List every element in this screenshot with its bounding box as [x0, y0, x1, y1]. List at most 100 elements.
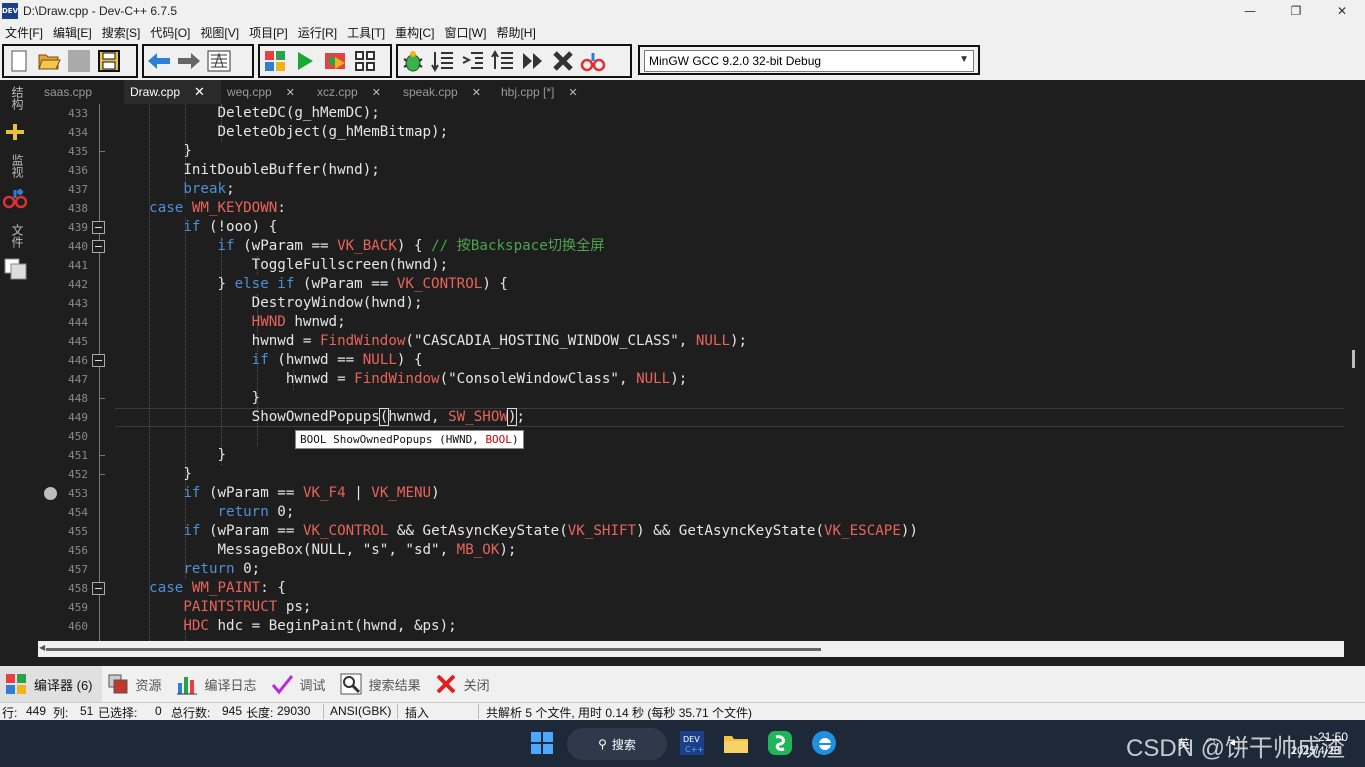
title-bar: DEV D:\Draw.cpp - Dev-C++ 6.7.5 — ❐ ✕	[0, 0, 1365, 22]
menu-refactor[interactable]: 重构[C]	[390, 24, 439, 41]
tab-files[interactable]: 文件	[6, 224, 26, 248]
step-over-button[interactable]	[428, 46, 458, 76]
close-tab-icon[interactable]: ✕	[472, 86, 481, 99]
taskbar-devcpp[interactable]: DEV C++	[677, 728, 707, 758]
close-tab-icon[interactable]: ✕	[286, 86, 295, 99]
close-tab-icon[interactable]: ✕	[194, 84, 205, 100]
taskbar-file-explorer[interactable]	[721, 728, 751, 758]
close-window-button[interactable]: ✕	[1319, 0, 1365, 22]
continue-button[interactable]	[518, 46, 548, 76]
status-parse-message: 共解析 5 个文件, 用时 0.14 秒 (每秒 35.71 个文件)	[486, 706, 753, 720]
menu-view[interactable]: 视图[V]	[195, 24, 244, 41]
close-tab-icon[interactable]: ✕	[372, 86, 381, 99]
tab-resources[interactable]: 资源	[102, 666, 171, 702]
scroll-thumb[interactable]	[1352, 350, 1355, 368]
taskbar-edge-browser[interactable]	[809, 728, 839, 758]
run-button[interactable]	[290, 46, 320, 76]
minimize-button[interactable]: —	[1227, 0, 1273, 22]
watch-icon[interactable]	[2, 186, 28, 214]
tab-draw-cpp[interactable]: Draw.cpp ✕	[124, 80, 221, 104]
scroll-thumb[interactable]	[46, 648, 821, 651]
code-line: ToggleFullscreen(hwnd);	[115, 257, 449, 273]
code-line: hwnwd = FindWindow("ConsoleWindowClass",…	[115, 371, 688, 387]
breakpoint-marker[interactable]	[44, 487, 57, 500]
tab-xcz-cpp[interactable]: xcz.cpp ✕	[311, 80, 397, 104]
taskbar-green-app[interactable]	[765, 728, 795, 758]
fold-toggle[interactable]	[92, 582, 105, 595]
search-results-icon	[339, 672, 363, 696]
save-button[interactable]	[64, 46, 94, 76]
scroll-left-icon[interactable]: ◀	[39, 643, 45, 652]
code-line: DeleteObject(g_hMemBitmap);	[115, 124, 449, 140]
tab-weq-cpp[interactable]: weq.cpp ✕	[221, 80, 311, 104]
menu-help[interactable]: 帮助[H]	[491, 24, 540, 41]
compile-run-icon	[325, 53, 345, 69]
status-encoding[interactable]: ANSI(GBK)	[330, 704, 391, 718]
menu-project[interactable]: 项目[P]	[244, 24, 293, 41]
devcpp-app-icon: DEV	[2, 3, 18, 19]
add-icon[interactable]	[4, 122, 26, 146]
code-line: if (hwnwd == NULL) {	[251, 352, 423, 368]
menu-run[interactable]: 运行[R]	[293, 24, 342, 41]
menu-file[interactable]: 文件[F]	[0, 24, 48, 41]
tab-compile-log[interactable]: 编译日志	[171, 666, 266, 702]
back-button[interactable]	[144, 46, 174, 76]
step-out-button[interactable]	[488, 46, 518, 76]
open-file-button[interactable]	[34, 46, 64, 76]
format-code-button[interactable]	[204, 46, 234, 76]
horizontal-scrollbar[interactable]: ◀	[38, 641, 1344, 657]
add-watch-button[interactable]	[578, 46, 608, 76]
tab-close-panel[interactable]: 关闭	[430, 666, 499, 702]
line-number: 436	[68, 164, 88, 177]
menu-search[interactable]: 搜索[S]	[97, 24, 146, 41]
line-number: 454	[68, 506, 88, 519]
new-file-button[interactable]	[4, 46, 34, 76]
code-line: ShowOwnedPopups(hwnwd, SW_SHOW);	[115, 408, 526, 426]
tab-search-results[interactable]: 搜索结果	[335, 666, 430, 702]
vertical-scrollbar[interactable]	[1344, 104, 1365, 641]
menu-tools[interactable]: 工具[T]	[342, 24, 390, 41]
line-number: 445	[68, 335, 88, 348]
menu-edit[interactable]: 编辑[E]	[48, 24, 97, 41]
tab-debug[interactable]: 调试	[266, 666, 335, 702]
line-number: 433	[68, 107, 88, 120]
menu-window[interactable]: 窗口[W]	[439, 24, 491, 41]
fold-toggle[interactable]	[92, 240, 105, 253]
forward-button[interactable]	[174, 46, 204, 76]
code-line: DestroyWindow(hwnd);	[115, 295, 423, 311]
code-editor[interactable]: 433 434 435 436 437 438 439 440 441 442 …	[38, 104, 1344, 641]
compile-button[interactable]	[260, 46, 290, 76]
line-number: 443	[68, 297, 88, 310]
code-line: MessageBox(NULL, "s", "sd", MB_OK);	[115, 542, 517, 558]
line-number: 460	[68, 620, 88, 633]
status-bar: 行: 449 列: 51 已选择: 0 总行数: 945 长度: 29030 A…	[0, 702, 1365, 720]
compile-run-button[interactable]	[320, 46, 350, 76]
menu-code[interactable]: 代码[O]	[145, 24, 195, 41]
files-icon[interactable]	[4, 258, 28, 284]
debug-button[interactable]	[398, 46, 428, 76]
tab-watch[interactable]: 监视	[6, 154, 26, 178]
tab-compiler[interactable]: 编译器 (6)	[0, 666, 102, 702]
code-line: if (wParam == VK_CONTROL && GetAsyncKeyS…	[183, 523, 918, 539]
tab-hbj-cpp[interactable]: hbj.cpp [*] ✕	[495, 80, 595, 104]
close-tab-icon[interactable]: ✕	[568, 86, 577, 99]
code-line: DeleteDC(g_hMemDC);	[115, 105, 380, 121]
fold-end-marker	[99, 455, 105, 456]
stop-debug-button[interactable]	[548, 46, 578, 76]
step-into-button[interactable]	[458, 46, 488, 76]
chevron-down-icon: ▼	[959, 54, 969, 65]
tab-saas-cpp[interactable]: saas.cpp	[38, 80, 124, 104]
code-line: hwnwd = FindWindow("CASCADIA_HOSTING_WIN…	[115, 333, 748, 349]
fold-toggle[interactable]	[92, 354, 105, 367]
tab-speak-cpp[interactable]: speak.cpp ✕	[397, 80, 495, 104]
arrow-right-icon	[178, 53, 200, 69]
maximize-button[interactable]: ❐	[1273, 0, 1319, 22]
compiler-select[interactable]: MinGW GCC 9.2.0 32-bit Debug ▼	[638, 45, 980, 75]
tab-structure[interactable]: 结构	[6, 86, 26, 110]
fold-toggle[interactable]	[92, 221, 105, 234]
taskbar-search[interactable]: ⚲ 搜索	[567, 728, 667, 760]
rebuild-button[interactable]	[350, 46, 380, 76]
windows-start-button[interactable]	[527, 728, 557, 758]
save-icon	[68, 50, 90, 72]
save-all-button[interactable]	[94, 46, 124, 76]
